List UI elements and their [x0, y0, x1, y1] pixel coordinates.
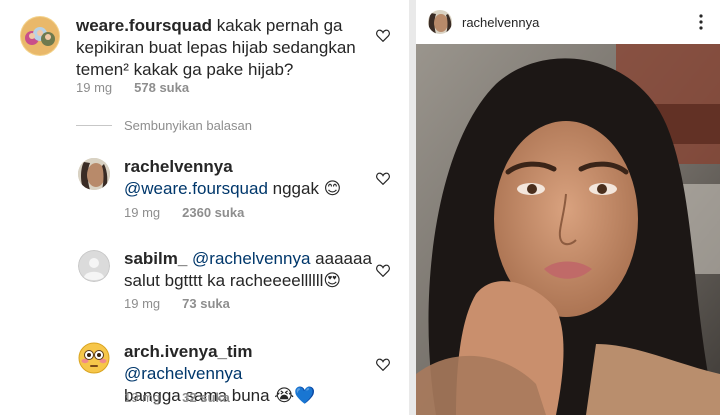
heart-icon[interactable]: [376, 358, 390, 371]
avatar[interactable]: [78, 250, 110, 282]
avatar[interactable]: [20, 16, 60, 56]
comment-likes[interactable]: 32 suka: [182, 390, 230, 405]
comment-username[interactable]: rachelvennya: [124, 157, 233, 176]
heart-icon[interactable]: [376, 264, 390, 277]
heart-icon[interactable]: [376, 172, 390, 185]
comment-time: 19 mg: [124, 390, 161, 405]
avatar[interactable]: [428, 10, 452, 34]
comment-meta: 19 mg 578 suka: [76, 80, 189, 95]
comment-body: aaaaaa: [315, 249, 372, 268]
flushed-emoji-avatar-icon: [78, 342, 110, 374]
group-photo-avatar-icon: [20, 16, 60, 56]
profile-photo-avatar-icon: [428, 10, 452, 34]
comment-username[interactable]: sabilm_: [124, 249, 187, 268]
comment-text: weare.foursquad kakak pernah ga kepikira…: [76, 15, 381, 81]
comment-time: 19 mg: [124, 296, 161, 311]
hide-replies-label: Sembunyikan balasan: [124, 118, 252, 133]
comment-time: 19 mg: [124, 205, 161, 220]
hide-replies-toggle[interactable]: Sembunyikan balasan: [76, 118, 252, 133]
reply-line: [76, 125, 112, 126]
comment-meta: 19 mg 73 suka: [124, 296, 230, 311]
default-user-avatar-icon: [78, 250, 110, 282]
comment-body-line2: salut bgtttt ka racheeeellllll😍: [124, 271, 342, 290]
comment-mention[interactable]: @rachelvennya: [192, 249, 310, 268]
comment-likes[interactable]: 73 suka: [182, 296, 230, 311]
profile-photo-avatar-icon: [78, 158, 110, 190]
comment-time: 19 mg: [76, 80, 113, 95]
more-vertical-icon[interactable]: [699, 14, 703, 30]
avatar[interactable]: [78, 158, 110, 190]
comment-username[interactable]: arch.ivenya_tim: [124, 342, 253, 361]
comment-body: nggak 😊: [272, 179, 342, 198]
post-panel: rachelvennya: [416, 0, 720, 415]
post-photo[interactable]: [416, 44, 720, 415]
selfie-photo-icon: [416, 44, 720, 415]
comment-username[interactable]: weare.foursquad: [76, 16, 212, 35]
comments-panel: weare.foursquad kakak pernah ga kepikira…: [0, 0, 409, 415]
comment-likes[interactable]: 2360 suka: [182, 205, 244, 220]
comment-text: rachelvennya @weare.foursquad nggak 😊: [124, 156, 374, 200]
comment-meta: 19 mg 32 suka: [124, 390, 230, 405]
panel-divider: [409, 0, 416, 415]
comment-likes[interactable]: 578 suka: [134, 80, 189, 95]
avatar[interactable]: [78, 342, 110, 374]
comment-mention[interactable]: @weare.foursquad: [124, 179, 268, 198]
post-username[interactable]: rachelvennya: [462, 15, 539, 30]
comment-mention[interactable]: @rachelvennya: [124, 364, 242, 383]
post-header: rachelvennya: [416, 0, 720, 44]
comment-meta: 19 mg 2360 suka: [124, 205, 244, 220]
comment-text: sabilm_ @rachelvennya aaaaaa salut bgttt…: [124, 248, 374, 292]
heart-icon[interactable]: [376, 29, 390, 42]
